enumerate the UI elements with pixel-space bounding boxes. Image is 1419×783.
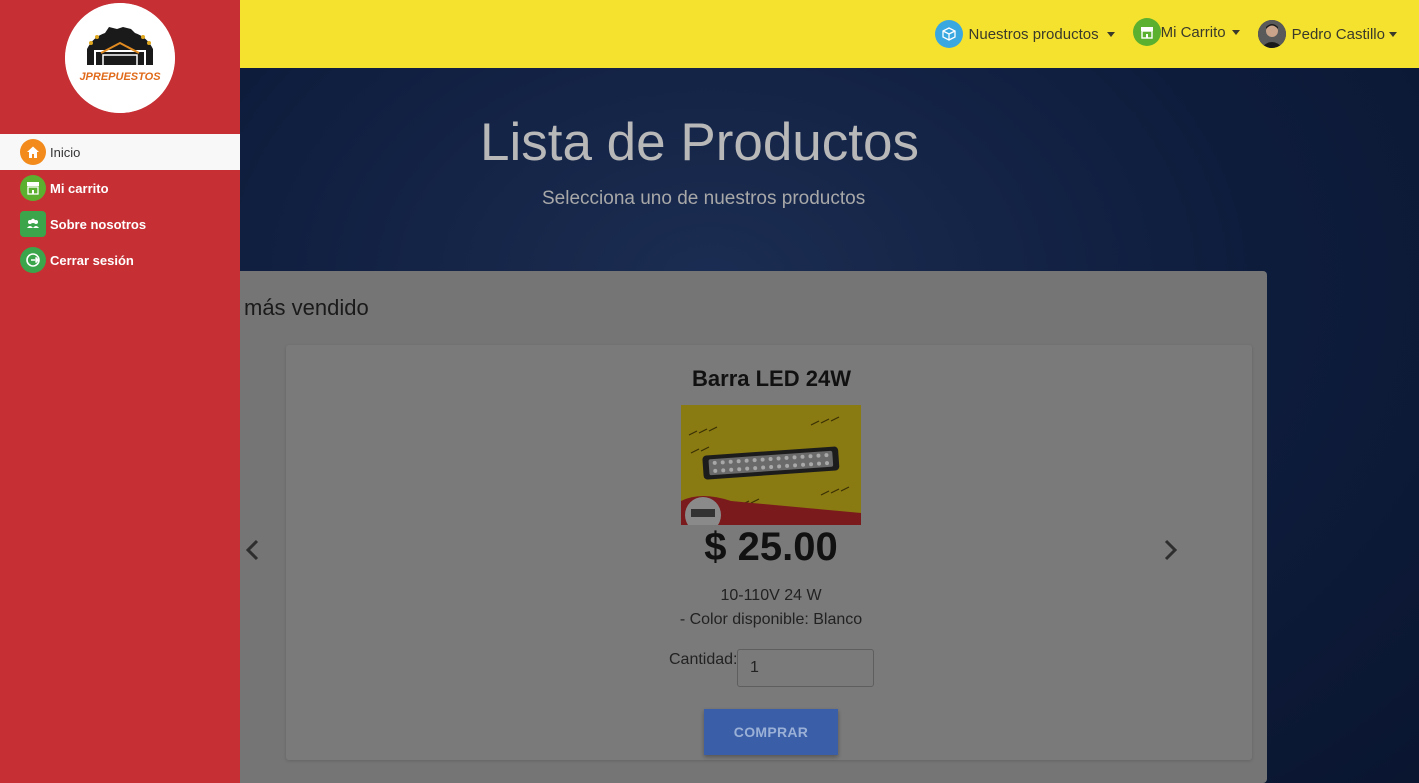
- box-icon: [934, 20, 963, 48]
- section-title: más vendido: [244, 295, 369, 320]
- sidebar-item-inicio[interactable]: Inicio: [0, 134, 240, 170]
- page-title: Lista de Productos: [480, 113, 919, 172]
- sidebar-item-cerrar-sesion[interactable]: Cerrar sesión: [0, 242, 240, 278]
- quantity-input[interactable]: [737, 649, 874, 687]
- page-subtitle: Selecciona uno de nuestros productos: [542, 188, 866, 209]
- sidebar-item-label: Inicio: [50, 144, 81, 160]
- sidebar-menu: Inicio Mi carrito Sobre nosotros Cerrar …: [0, 134, 240, 278]
- product-description-color: - Color disponible: Blanco: [679, 611, 863, 628]
- logout-icon: [20, 247, 46, 273]
- quantity-label: Cantidad:: [669, 651, 738, 668]
- chevron-down-icon: [1106, 31, 1115, 37]
- sidebar-item-label: Cerrar sesión: [50, 252, 134, 268]
- users-icon: [20, 211, 46, 237]
- nav-products-dropdown[interactable]: Nuestros productos: [934, 20, 1115, 48]
- nav-user-dropdown[interactable]: Pedro Castillo: [1257, 20, 1397, 48]
- home-icon: [20, 139, 46, 165]
- carousel-next-icon[interactable]: [1158, 538, 1182, 562]
- sidebar-item-label: Sobre nosotros: [50, 216, 147, 232]
- cart-icon: [20, 175, 46, 201]
- chevron-down-icon: [1389, 31, 1397, 37]
- chevron-down-icon: [1231, 29, 1240, 35]
- buy-button[interactable]: COMPRAR: [704, 709, 838, 755]
- svg-text:JPREPUESTOS: JPREPUESTOS: [79, 71, 161, 83]
- sidebar-item-sobre-nosotros[interactable]: Sobre nosotros: [0, 206, 240, 242]
- nav-products-label: Nuestros productos: [968, 25, 1099, 43]
- nav-cart-label: Mi Carrito: [1160, 23, 1226, 41]
- avatar: [1257, 20, 1286, 48]
- nav-user-name: Pedro Castillo: [1291, 25, 1385, 43]
- product-price: $ 25.00: [704, 525, 838, 569]
- sidebar-item-mi-carrito[interactable]: Mi carrito: [0, 170, 240, 206]
- sidebar: JPREPUESTOS Inicio Mi carrito Sobre noso…: [0, 0, 240, 783]
- product-description-voltage: 10-110V 24 W: [720, 587, 822, 604]
- brand-logo[interactable]: JPREPUESTOS: [65, 3, 175, 113]
- nav-cart-dropdown[interactable]: Mi Carrito: [1132, 18, 1240, 46]
- sidebar-item-label: Mi carrito: [50, 180, 109, 196]
- product-name: Barra LED 24W: [692, 366, 851, 391]
- carousel-prev-icon[interactable]: [241, 538, 265, 562]
- store-icon: [1132, 18, 1161, 46]
- product-image: [681, 405, 861, 525]
